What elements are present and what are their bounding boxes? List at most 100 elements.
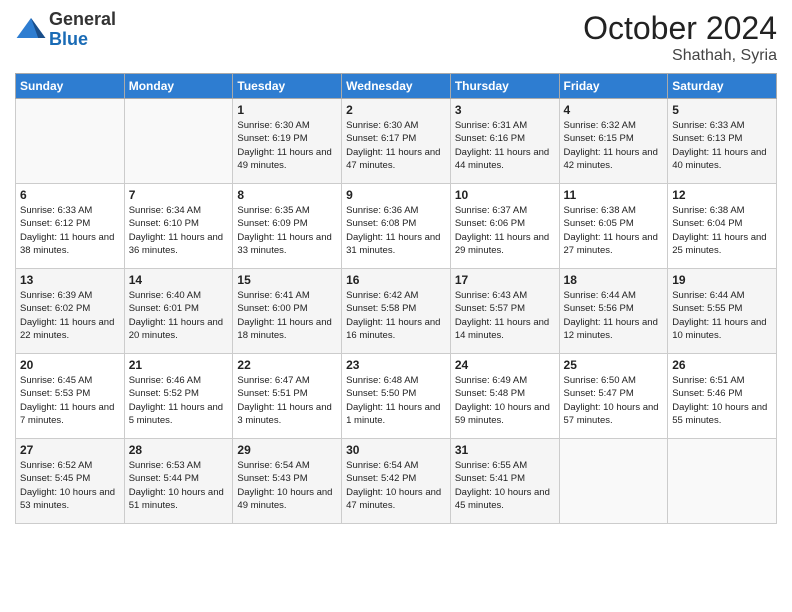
day-info: Sunrise: 6:55 AMSunset: 5:41 PMDaylight:… bbox=[455, 459, 555, 512]
day-number: 7 bbox=[129, 188, 229, 202]
day-number: 2 bbox=[346, 103, 446, 117]
day-info: Sunrise: 6:48 AMSunset: 5:50 PMDaylight:… bbox=[346, 374, 446, 427]
calendar-cell: 24 Sunrise: 6:49 AMSunset: 5:48 PMDayligh… bbox=[450, 354, 559, 439]
calendar-cell: 19 Sunrise: 6:44 AMSunset: 5:55 PMDayligh… bbox=[668, 269, 777, 354]
day-info: Sunrise: 6:47 AMSunset: 5:51 PMDaylight:… bbox=[237, 374, 337, 427]
calendar-cell: 9 Sunrise: 6:36 AMSunset: 6:08 PMDaylight… bbox=[342, 184, 451, 269]
weekday-header-monday: Monday bbox=[124, 74, 233, 99]
calendar-cell: 22 Sunrise: 6:47 AMSunset: 5:51 PMDayligh… bbox=[233, 354, 342, 439]
day-info: Sunrise: 6:51 AMSunset: 5:46 PMDaylight:… bbox=[672, 374, 772, 427]
day-number: 10 bbox=[455, 188, 555, 202]
day-number: 20 bbox=[20, 358, 120, 372]
weekday-header-friday: Friday bbox=[559, 74, 668, 99]
calendar-cell: 4Sunrise: 6:32 AMSunset: 6:15 PMDaylight… bbox=[559, 99, 668, 184]
location-title: Shathah, Syria bbox=[583, 47, 777, 65]
calendar-cell bbox=[668, 439, 777, 524]
calendar-cell: 1Sunrise: 6:30 AMSunset: 6:19 PMDaylight… bbox=[233, 99, 342, 184]
day-info: Sunrise: 6:54 AMSunset: 5:43 PMDaylight:… bbox=[237, 459, 337, 512]
day-info: Sunrise: 6:37 AMSunset: 6:06 PMDaylight:… bbox=[455, 204, 555, 257]
weekday-header-thursday: Thursday bbox=[450, 74, 559, 99]
day-info: Sunrise: 6:31 AMSunset: 6:16 PMDaylight:… bbox=[455, 119, 555, 172]
calendar-cell: 15Sunrise: 6:41 AMSunset: 6:00 PMDayligh… bbox=[233, 269, 342, 354]
calendar-cell bbox=[16, 99, 125, 184]
calendar-week-1: 1Sunrise: 6:30 AMSunset: 6:19 PMDaylight… bbox=[16, 99, 777, 184]
month-title: October 2024 bbox=[583, 10, 777, 47]
calendar-week-4: 20 Sunrise: 6:45 AMSunset: 5:53 PMDayligh… bbox=[16, 354, 777, 439]
calendar-week-5: 27 Sunrise: 6:52 AMSunset: 5:45 PMDayligh… bbox=[16, 439, 777, 524]
day-info: Sunrise: 6:53 AMSunset: 5:44 PMDaylight:… bbox=[129, 459, 229, 512]
day-info: Sunrise: 6:43 AMSunset: 5:57 PMDaylight:… bbox=[455, 289, 555, 342]
weekday-header-saturday: Saturday bbox=[668, 74, 777, 99]
calendar-cell: 3 Sunrise: 6:31 AMSunset: 6:16 PMDaylight… bbox=[450, 99, 559, 184]
day-number: 9 bbox=[346, 188, 446, 202]
day-number: 27 bbox=[20, 443, 120, 457]
calendar-cell: 17 Sunrise: 6:43 AMSunset: 5:57 PMDayligh… bbox=[450, 269, 559, 354]
calendar-cell: 18 Sunrise: 6:44 AMSunset: 5:56 PMDayligh… bbox=[559, 269, 668, 354]
calendar-cell: 31 Sunrise: 6:55 AMSunset: 5:41 PMDayligh… bbox=[450, 439, 559, 524]
day-info: Sunrise: 6:44 AMSunset: 5:56 PMDaylight:… bbox=[564, 289, 664, 342]
day-number: 26 bbox=[672, 358, 772, 372]
calendar-cell bbox=[559, 439, 668, 524]
calendar-cell: 16 Sunrise: 6:42 AMSunset: 5:58 PMDayligh… bbox=[342, 269, 451, 354]
day-info: Sunrise: 6:46 AMSunset: 5:52 PMDaylight:… bbox=[129, 374, 229, 427]
page-header: General Blue October 2024 Shathah, Syria bbox=[15, 10, 777, 65]
day-info: Sunrise: 6:36 AMSunset: 6:08 PMDaylight:… bbox=[346, 204, 446, 257]
day-info: Sunrise: 6:33 AMSunset: 6:12 PMDaylight:… bbox=[20, 204, 120, 257]
day-number: 5 bbox=[672, 103, 772, 117]
calendar-cell: 29Sunrise: 6:54 AMSunset: 5:43 PMDayligh… bbox=[233, 439, 342, 524]
calendar-cell: 21 Sunrise: 6:46 AMSunset: 5:52 PMDayligh… bbox=[124, 354, 233, 439]
day-number: 19 bbox=[672, 273, 772, 287]
day-info: Sunrise: 6:52 AMSunset: 5:45 PMDaylight:… bbox=[20, 459, 120, 512]
day-number: 16 bbox=[346, 273, 446, 287]
calendar-cell: 20 Sunrise: 6:45 AMSunset: 5:53 PMDayligh… bbox=[16, 354, 125, 439]
calendar-cell: 30Sunrise: 6:54 AMSunset: 5:42 PMDayligh… bbox=[342, 439, 451, 524]
day-number: 18 bbox=[564, 273, 664, 287]
day-number: 1 bbox=[237, 103, 337, 117]
weekday-row: SundayMondayTuesdayWednesdayThursdayFrid… bbox=[16, 74, 777, 99]
day-info: Sunrise: 6:45 AMSunset: 5:53 PMDaylight:… bbox=[20, 374, 120, 427]
day-info: Sunrise: 6:44 AMSunset: 5:55 PMDaylight:… bbox=[672, 289, 772, 342]
day-number: 30 bbox=[346, 443, 446, 457]
calendar-cell: 10 Sunrise: 6:37 AMSunset: 6:06 PMDayligh… bbox=[450, 184, 559, 269]
calendar-cell: 27 Sunrise: 6:52 AMSunset: 5:45 PMDayligh… bbox=[16, 439, 125, 524]
logo-text: General Blue bbox=[49, 10, 116, 50]
day-number: 31 bbox=[455, 443, 555, 457]
day-info: Sunrise: 6:38 AMSunset: 6:05 PMDaylight:… bbox=[564, 204, 664, 257]
calendar-cell bbox=[124, 99, 233, 184]
day-number: 17 bbox=[455, 273, 555, 287]
weekday-header-tuesday: Tuesday bbox=[233, 74, 342, 99]
day-number: 6 bbox=[20, 188, 120, 202]
day-number: 22 bbox=[237, 358, 337, 372]
day-number: 24 bbox=[455, 358, 555, 372]
day-info: Sunrise: 6:42 AMSunset: 5:58 PMDaylight:… bbox=[346, 289, 446, 342]
calendar-cell: 26 Sunrise: 6:51 AMSunset: 5:46 PMDayligh… bbox=[668, 354, 777, 439]
calendar-cell: 11Sunrise: 6:38 AMSunset: 6:05 PMDayligh… bbox=[559, 184, 668, 269]
day-number: 21 bbox=[129, 358, 229, 372]
logo-blue-text: Blue bbox=[49, 30, 116, 50]
calendar-cell: 2 Sunrise: 6:30 AMSunset: 6:17 PMDaylight… bbox=[342, 99, 451, 184]
calendar-header: SundayMondayTuesdayWednesdayThursdayFrid… bbox=[16, 74, 777, 99]
day-info: Sunrise: 6:33 AMSunset: 6:13 PMDaylight:… bbox=[672, 119, 772, 172]
day-number: 8 bbox=[237, 188, 337, 202]
title-block: October 2024 Shathah, Syria bbox=[583, 10, 777, 65]
day-info: Sunrise: 6:35 AMSunset: 6:09 PMDaylight:… bbox=[237, 204, 337, 257]
calendar-cell: 6 Sunrise: 6:33 AMSunset: 6:12 PMDaylight… bbox=[16, 184, 125, 269]
calendar-cell: 25 Sunrise: 6:50 AMSunset: 5:47 PMDayligh… bbox=[559, 354, 668, 439]
day-number: 28 bbox=[129, 443, 229, 457]
day-info: Sunrise: 6:50 AMSunset: 5:47 PMDaylight:… bbox=[564, 374, 664, 427]
logo: General Blue bbox=[15, 10, 116, 50]
calendar-week-3: 13Sunrise: 6:39 AMSunset: 6:02 PMDayligh… bbox=[16, 269, 777, 354]
day-info: Sunrise: 6:49 AMSunset: 5:48 PMDaylight:… bbox=[455, 374, 555, 427]
day-number: 3 bbox=[455, 103, 555, 117]
logo-icon bbox=[15, 14, 47, 46]
calendar-cell: 13Sunrise: 6:39 AMSunset: 6:02 PMDayligh… bbox=[16, 269, 125, 354]
calendar-cell: 5 Sunrise: 6:33 AMSunset: 6:13 PMDaylight… bbox=[668, 99, 777, 184]
calendar-cell: 12 Sunrise: 6:38 AMSunset: 6:04 PMDayligh… bbox=[668, 184, 777, 269]
day-info: Sunrise: 6:30 AMSunset: 6:17 PMDaylight:… bbox=[346, 119, 446, 172]
day-info: Sunrise: 6:39 AMSunset: 6:02 PMDaylight:… bbox=[20, 289, 120, 342]
day-info: Sunrise: 6:38 AMSunset: 6:04 PMDaylight:… bbox=[672, 204, 772, 257]
day-number: 12 bbox=[672, 188, 772, 202]
day-number: 14 bbox=[129, 273, 229, 287]
day-number: 25 bbox=[564, 358, 664, 372]
calendar-table: SundayMondayTuesdayWednesdayThursdayFrid… bbox=[15, 73, 777, 524]
